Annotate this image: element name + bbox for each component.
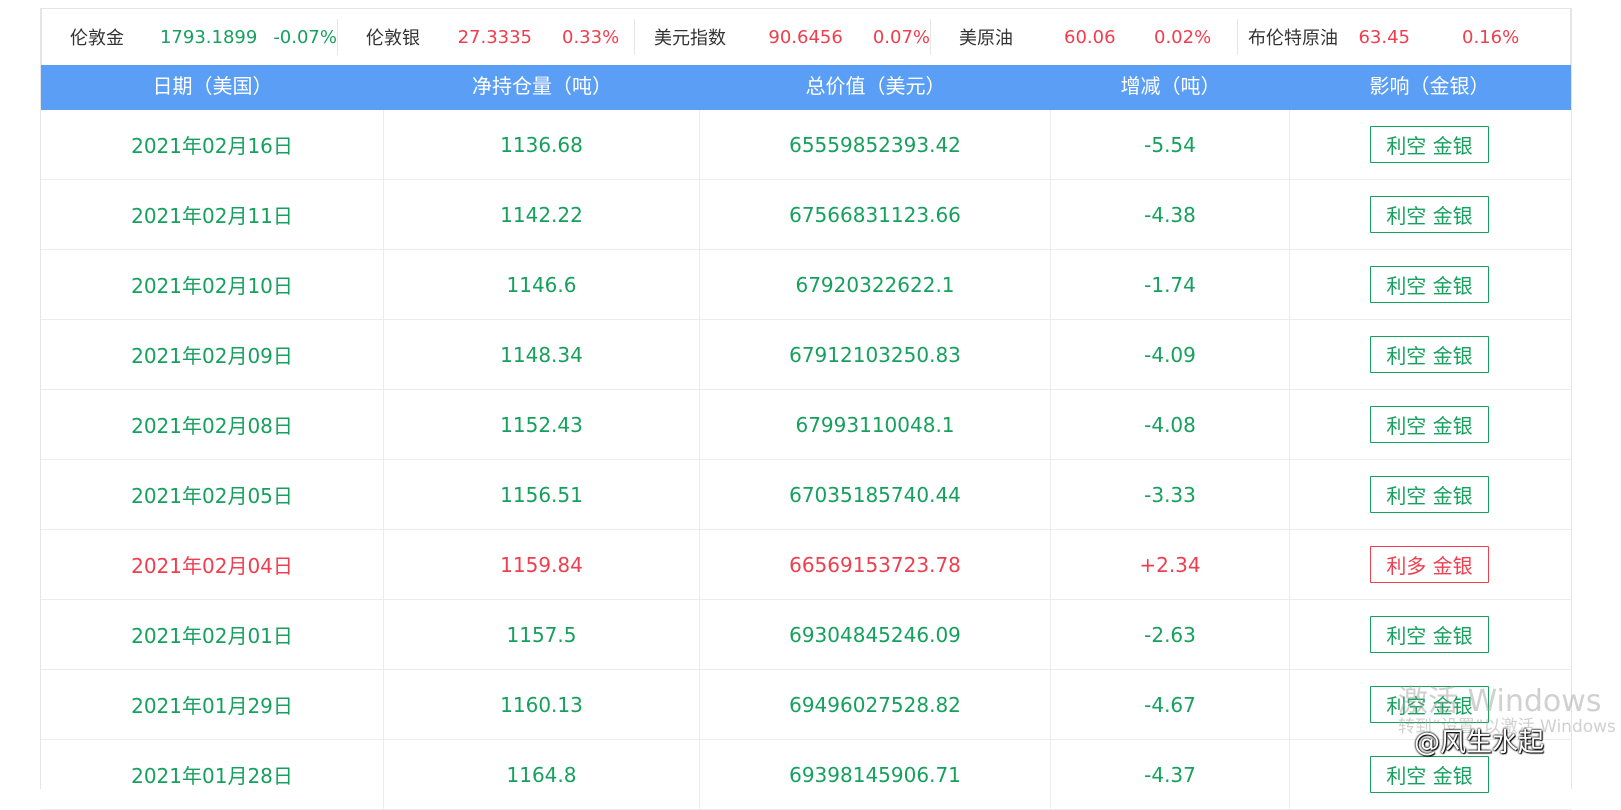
cell-impact: 利空 金银 bbox=[1290, 460, 1569, 529]
cell-impact: 利多 金银 bbox=[1290, 530, 1569, 599]
cell-value: 67566831123.66 bbox=[700, 180, 1051, 249]
holdings-table-body: 2021年02月16日 1136.68 65559852393.42 -5.54 利空 … bbox=[41, 110, 1571, 810]
cell-value: 67035185740.44 bbox=[700, 460, 1051, 529]
cell-date: 2021年02月09日 bbox=[41, 320, 384, 389]
cell-holdings: 1142.22 bbox=[384, 180, 700, 249]
table-header: 日期（美国） 净持仓量（吨） 总价值（美元） 增减（吨） 影响（金银） bbox=[41, 65, 1571, 110]
cell-holdings: 1156.51 bbox=[384, 460, 700, 529]
gold-silver-etf-panel: 伦敦金 1793.1899 -0.07% 伦敦银 27.3335 0.33% 美… bbox=[40, 8, 1572, 810]
table-row: 2021年02月05日 1156.51 67035185740.44 -3.33 利空 … bbox=[41, 460, 1571, 530]
impact-badge[interactable]: 利空 金银 bbox=[1370, 756, 1489, 793]
cell-impact: 利空 金银 bbox=[1290, 600, 1569, 669]
cell-impact: 利空 金银 bbox=[1290, 390, 1569, 459]
impact-badge[interactable]: 利空 金银 bbox=[1370, 336, 1489, 373]
ticker-item[interactable]: 美元指数 90.6456 0.07% bbox=[634, 19, 930, 55]
cell-change: -3.33 bbox=[1051, 460, 1290, 529]
ticker-name: 美元指数 bbox=[654, 28, 726, 49]
cell-change: +2.34 bbox=[1051, 530, 1290, 599]
table-row: 2021年02月08日 1152.43 67993110048.1 -4.08 利空 金… bbox=[41, 390, 1571, 460]
cell-impact: 利空 金银 bbox=[1290, 110, 1569, 179]
cell-holdings: 1136.68 bbox=[384, 110, 700, 179]
market-ticker-bar: 伦敦金 1793.1899 -0.07% 伦敦银 27.3335 0.33% 美… bbox=[41, 8, 1571, 65]
ticker-item[interactable]: 伦敦金 1793.1899 -0.07% bbox=[42, 19, 337, 55]
cell-holdings: 1160.13 bbox=[384, 670, 700, 739]
table-row: 2021年02月11日 1142.22 67566831123.66 -4.38 利空 … bbox=[41, 180, 1571, 250]
ticker-change: 0.02% bbox=[1154, 26, 1212, 48]
impact-badge[interactable]: 利空 金银 bbox=[1370, 266, 1489, 303]
cell-change: -4.38 bbox=[1051, 180, 1290, 249]
cell-date: 2021年01月28日 bbox=[41, 740, 384, 809]
cell-value: 67912103250.83 bbox=[700, 320, 1051, 389]
cell-impact: 利空 金银 bbox=[1290, 740, 1569, 809]
column-header-holdings: 净持仓量（吨） bbox=[472, 74, 612, 98]
column-header-date: 日期（美国） bbox=[152, 74, 273, 98]
ticker-change: 0.07% bbox=[872, 26, 930, 48]
cell-change: -5.54 bbox=[1051, 110, 1290, 179]
cell-value: 69304845246.09 bbox=[700, 600, 1051, 669]
table-row: 2021年02月01日 1157.5 69304845246.09 -2.63 利空 金… bbox=[41, 600, 1571, 670]
impact-badge[interactable]: 利空 金银 bbox=[1370, 476, 1489, 513]
cell-impact: 利空 金银 bbox=[1290, 180, 1569, 249]
impact-badge[interactable]: 利空 金银 bbox=[1370, 126, 1489, 163]
cell-value: 67920322622.1 bbox=[700, 250, 1051, 319]
cell-value: 67993110048.1 bbox=[700, 390, 1051, 459]
ticker-name: 伦敦银 bbox=[366, 28, 420, 49]
cell-change: -1.74 bbox=[1051, 250, 1290, 319]
table-row: 2021年02月09日 1148.34 67912103250.83 -4.09 利空 … bbox=[41, 320, 1571, 390]
ticker-price: 27.3335 bbox=[457, 26, 532, 48]
cell-change: -4.37 bbox=[1051, 740, 1290, 809]
ticker-item[interactable]: 伦敦银 27.3335 0.33% bbox=[337, 19, 634, 55]
column-header-impact: 影响（金银） bbox=[1369, 74, 1490, 98]
ticker-item[interactable]: 美原油 60.06 0.02% bbox=[930, 19, 1237, 55]
cell-date: 2021年02月11日 bbox=[41, 180, 384, 249]
cell-date: 2021年02月04日 bbox=[41, 530, 384, 599]
cell-date: 2021年02月05日 bbox=[41, 460, 384, 529]
column-header-value: 总价值（美元） bbox=[805, 74, 946, 98]
table-row: 2021年02月16日 1136.68 65559852393.42 -5.54 利空 … bbox=[41, 110, 1571, 180]
cell-impact: 利空 金银 bbox=[1290, 670, 1569, 739]
cell-change: -4.09 bbox=[1051, 320, 1290, 389]
impact-badge[interactable]: 利空 金银 bbox=[1370, 686, 1489, 723]
cell-change: -4.67 bbox=[1051, 670, 1290, 739]
ticker-price: 60.06 bbox=[1064, 26, 1116, 48]
cell-holdings: 1148.34 bbox=[384, 320, 700, 389]
ticker-change: -0.07% bbox=[273, 26, 337, 48]
cell-value: 65559852393.42 bbox=[700, 110, 1051, 179]
impact-badge[interactable]: 利空 金银 bbox=[1370, 196, 1489, 233]
cell-change: -2.63 bbox=[1051, 600, 1290, 669]
cell-date: 2021年02月10日 bbox=[41, 250, 384, 319]
cell-impact: 利空 金银 bbox=[1290, 320, 1569, 389]
impact-badge[interactable]: 利多 金银 bbox=[1370, 546, 1489, 583]
cell-holdings: 1157.5 bbox=[384, 600, 700, 669]
table-row: 2021年02月10日 1146.6 67920322622.1 -1.74 利空 金银 bbox=[41, 250, 1571, 320]
table-row: 2021年01月29日 1160.13 69496027528.82 -4.67 利空 … bbox=[41, 670, 1571, 740]
ticker-price: 90.6456 bbox=[768, 26, 843, 48]
cell-date: 2021年01月29日 bbox=[41, 670, 384, 739]
cell-value: 66569153723.78 bbox=[700, 530, 1051, 599]
ticker-name: 美原油 bbox=[959, 28, 1013, 49]
column-header-change: 增减（吨） bbox=[1120, 74, 1221, 98]
cell-holdings: 1164.8 bbox=[384, 740, 700, 809]
cell-holdings: 1159.84 bbox=[384, 530, 700, 599]
cell-date: 2021年02月08日 bbox=[41, 390, 384, 459]
ticker-name: 伦敦金 bbox=[70, 28, 124, 49]
cell-holdings: 1152.43 bbox=[384, 390, 700, 459]
ticker-name: 布伦特原油 bbox=[1248, 28, 1338, 49]
cell-date: 2021年02月16日 bbox=[41, 110, 384, 179]
cell-holdings: 1146.6 bbox=[384, 250, 700, 319]
cell-value: 69496027528.82 bbox=[700, 670, 1051, 739]
ticker-change: 0.16% bbox=[1462, 26, 1520, 48]
cell-date: 2021年02月01日 bbox=[41, 600, 384, 669]
impact-badge[interactable]: 利空 金银 bbox=[1370, 406, 1489, 443]
ticker-change: 0.33% bbox=[562, 26, 620, 48]
cell-value: 69398145906.71 bbox=[700, 740, 1051, 809]
ticker-price: 63.45 bbox=[1358, 26, 1410, 48]
cell-change: -4.08 bbox=[1051, 390, 1290, 459]
ticker-item[interactable]: 布伦特原油 63.45 0.16% bbox=[1237, 19, 1538, 55]
ticker-price: 1793.1899 bbox=[159, 26, 258, 48]
cell-impact: 利空 金银 bbox=[1290, 250, 1569, 319]
table-row: 2021年01月28日 1164.8 69398145906.71 -4.37 利空 金… bbox=[41, 740, 1571, 810]
table-row: 2021年02月04日 1159.84 66569153723.78 +2.34 利多 … bbox=[41, 530, 1571, 600]
impact-badge[interactable]: 利空 金银 bbox=[1370, 616, 1489, 653]
